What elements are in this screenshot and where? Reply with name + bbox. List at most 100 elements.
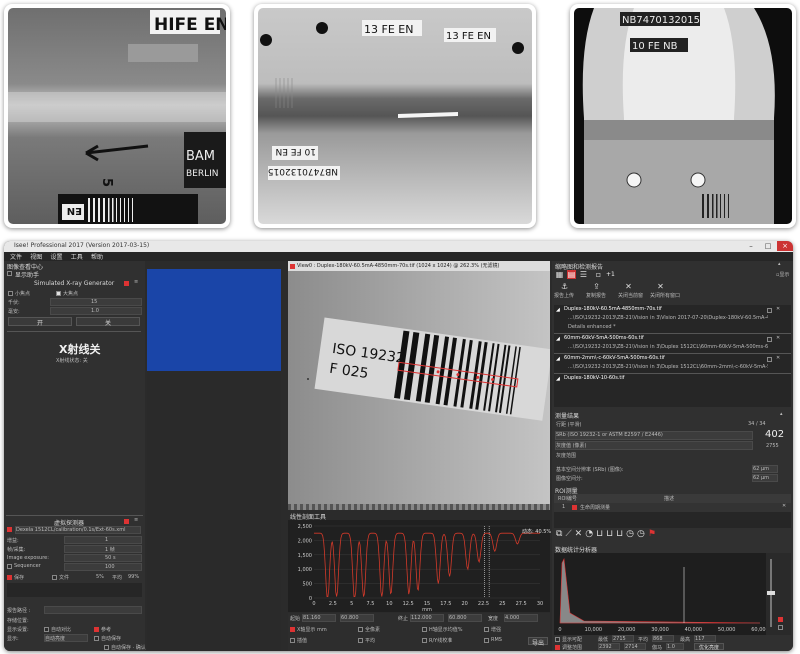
check-interp[interactable] — [290, 638, 295, 643]
file-close-3[interactable]: ✕ — [776, 355, 780, 361]
roi-cup3-icon[interactable]: ⊔ — [616, 529, 626, 539]
viewer-scroll-strip[interactable] — [288, 504, 550, 510]
single-view-icon[interactable]: ▤ — [567, 270, 576, 279]
file-check-2[interactable] — [767, 337, 772, 342]
file-check-1[interactable] — [767, 308, 772, 313]
check-mm[interactable] — [290, 627, 295, 632]
auto-confirm-checkbox[interactable] — [104, 645, 109, 650]
menu-view[interactable]: 视图 — [30, 254, 42, 261]
exposure-input[interactable]: 50 s — [64, 554, 142, 562]
foot-value-3[interactable]: 868 — [652, 635, 674, 642]
roi-timer-icon[interactable]: ◷ — [626, 529, 637, 539]
file-close-2[interactable]: ✕ — [776, 335, 780, 341]
hist-option-red[interactable] — [778, 617, 783, 622]
menu-settings[interactable]: 设置 — [51, 254, 63, 261]
maximize-button[interactable]: □ — [760, 241, 776, 251]
roi-line-icon[interactable]: ⟋ — [565, 529, 574, 539]
srb-standard-select[interactable]: SRb (ISO 19232-1 or ASTM E2597 / E2446) — [555, 431, 753, 440]
menu-help[interactable]: 帮助 — [91, 254, 103, 261]
auto-contrast-checkbox[interactable] — [44, 627, 49, 632]
check-full-pixel[interactable] — [358, 627, 363, 632]
hist-option-check[interactable] — [778, 625, 783, 630]
auto-save-checkbox[interactable] — [94, 636, 99, 641]
small-focus-radio[interactable] — [8, 291, 13, 296]
detector-file-field[interactable]: Dexela 1512CL/calibration/0.1s/Ext-60s.x… — [15, 526, 141, 534]
histogram[interactable]: 0 10,000 20,000 30,000 40,000 50,000 60,000 — [554, 553, 769, 635]
roi-cup-icon[interactable]: ⊔ — [596, 529, 606, 539]
menu-file[interactable]: 文件 — [10, 254, 22, 261]
radiograph-viewer[interactable]: ISO 19232 F 025 — [288, 271, 553, 504]
panel-options-label[interactable]: ▫显示 — [776, 272, 789, 278]
viewer-close-icon[interactable] — [290, 264, 295, 269]
show-helper-checkbox[interactable] — [7, 271, 12, 276]
mode-select[interactable]: 自动亮度 — [44, 634, 88, 642]
close-current-icon[interactable]: ✕ — [624, 282, 633, 291]
close-button[interactable]: × — [777, 241, 793, 251]
file-check-3[interactable] — [767, 357, 772, 362]
file-expand-icon[interactable]: ◢ — [556, 356, 560, 362]
file-item-4[interactable]: Duplex-180kV-10-60s.tif — [564, 375, 625, 381]
roi-timer2-icon[interactable]: ◷ — [637, 529, 648, 539]
detector-settings-icon[interactable]: ≡ — [134, 517, 138, 523]
panel-pin[interactable]: ▴ — [778, 261, 781, 267]
kv-input[interactable]: 15 — [50, 298, 142, 306]
file-expand-icon[interactable]: ◢ — [556, 307, 560, 313]
file-close-1[interactable]: ✕ — [776, 306, 780, 312]
ref-indicator[interactable] — [94, 627, 99, 632]
gray-value-select[interactable]: 灰度值 (像素) — [555, 441, 753, 450]
check-mean[interactable] — [422, 627, 427, 632]
large-focus-radio[interactable] — [56, 291, 61, 296]
foot2-value-1[interactable]: 2392 — [598, 643, 620, 650]
xray-off-button[interactable]: 关 — [76, 317, 140, 327]
measure-pin[interactable]: ▴ — [780, 411, 783, 417]
file-expand-icon[interactable]: ◢ — [556, 376, 560, 382]
foot2-value-2[interactable]: 2714 — [624, 643, 646, 650]
file-expand-icon[interactable]: ◢ — [556, 336, 560, 342]
roi-delete-icon[interactable]: ✕ — [575, 529, 586, 539]
check-calib[interactable] — [422, 638, 427, 643]
roi-dial-icon[interactable]: ◔ — [585, 529, 596, 539]
copy-report-icon[interactable]: ⇪ — [592, 282, 601, 291]
report-path-field[interactable] — [44, 606, 142, 614]
grid-view-icon[interactable]: ▦ — [555, 270, 564, 279]
export-button[interactable]: 导出 — [528, 637, 548, 647]
xray-record-icon[interactable] — [124, 281, 129, 286]
file-item-1[interactable]: Duplex-180kV-60.5mA-4850mm-70s.tif — [564, 306, 662, 312]
report-upload-icon[interactable]: ⚓ — [560, 282, 569, 291]
viewer-tab[interactable]: View0 : Duplex-180kV-60.5mA-4850mm-70s.t… — [288, 261, 550, 271]
gain-select[interactable]: 1 — [64, 536, 142, 544]
xray-on-button[interactable]: 开 — [8, 317, 72, 327]
foot-value-2[interactable]: 2715 — [612, 635, 634, 642]
single-frame-icon[interactable]: ▫ — [594, 270, 603, 279]
basic-srb-value[interactable]: 62 µm — [752, 465, 778, 473]
contrast-slider-thumb[interactable] — [767, 591, 775, 595]
list-view-icon[interactable]: ☰ — [579, 270, 588, 279]
file-checkbox[interactable] — [52, 575, 57, 580]
ma-input[interactable]: 1.0 — [50, 307, 142, 315]
width-input[interactable]: 4.000 — [504, 614, 538, 622]
check-enhance[interactable] — [484, 627, 489, 632]
roi-cup2-icon[interactable]: ⊔ — [606, 529, 616, 539]
start-x-input[interactable]: 81.160 — [302, 614, 336, 622]
menu-tools[interactable]: 工具 — [71, 254, 83, 261]
frames-select[interactable]: 1 帧 — [64, 545, 142, 553]
optimize-button[interactable]: 优化亮度 — [694, 643, 724, 651]
check-average[interactable] — [358, 638, 363, 643]
image-srb-value[interactable]: 62 µm — [752, 474, 778, 482]
close-all-icon[interactable]: ✕ — [656, 282, 665, 291]
end-y-input[interactable]: 60.800 — [448, 614, 482, 622]
file-item-2[interactable]: 60mm-60kV-5mA-500ms-60s.tif — [564, 335, 644, 341]
end-x-input[interactable]: 112.000 — [410, 614, 444, 622]
foot2-value-3[interactable]: 1.0 — [666, 643, 684, 650]
roi-flag-icon[interactable]: ⚑ — [648, 529, 659, 539]
roi-delete[interactable]: ✕ — [782, 503, 786, 509]
roi-table-row[interactable]: 1 生命周期测量 ✕ — [554, 503, 791, 512]
start-y-input[interactable]: 60.800 — [340, 614, 374, 622]
settings-icon[interactable]: ≡ — [134, 279, 138, 285]
check-rms[interactable] — [484, 638, 489, 643]
foot-check-1[interactable] — [555, 637, 560, 642]
file-item-3[interactable]: 60mm-2mm\-c-60kV-5mA-500ms-60s.tif — [564, 355, 665, 361]
sequencer-checkbox[interactable] — [7, 564, 12, 569]
save-record-icon[interactable] — [7, 575, 12, 580]
detector-record-icon[interactable] — [124, 519, 129, 524]
